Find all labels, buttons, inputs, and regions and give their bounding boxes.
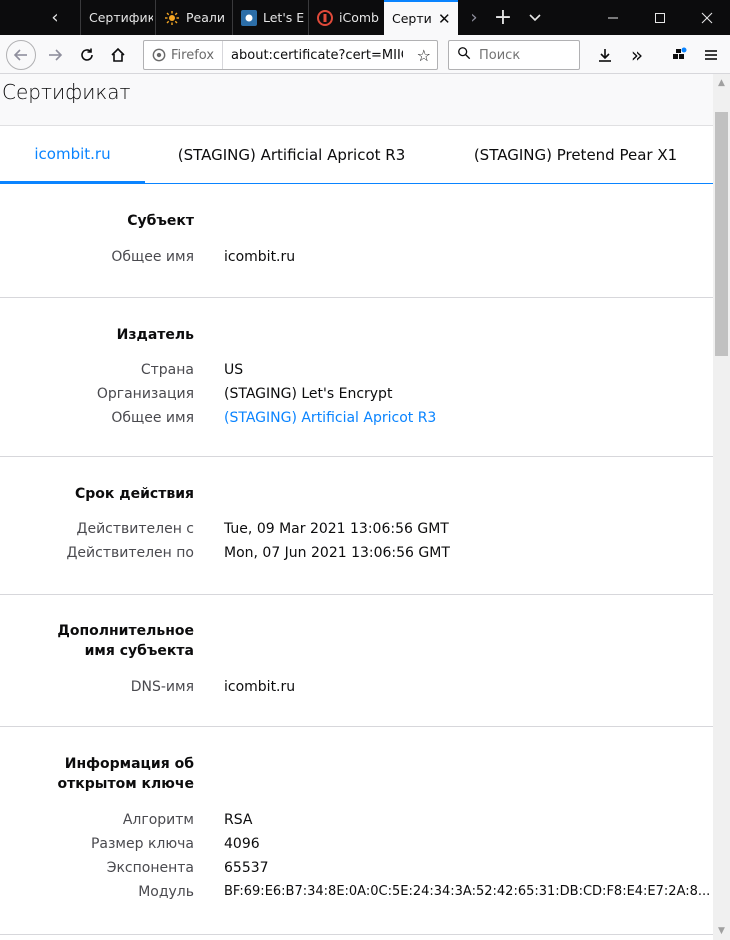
home-icon [111, 47, 125, 62]
navigation-toolbar: Firefox about:certificate?cert=MIIGSj ☆ … [0, 36, 730, 74]
section-subject-alt-name: Дополнительное имя субъекта DNS-имя icom… [0, 595, 713, 727]
cert-tab-label: (STAGING) Artificial Apricot R3 [177, 146, 406, 164]
cert-tab-icombit[interactable]: icombit.ru [0, 126, 145, 184]
field-value: US [224, 362, 244, 378]
field-value: icombit.ru [224, 679, 296, 695]
field-value: Mon, 07 Jun 2021 13:06:56 GMT [224, 545, 450, 561]
tab-strip: ‹ Сертифик Реали Let's E iComb Сертис ✕ … [0, 0, 730, 35]
cert-tab-label: icombit.ru [34, 144, 111, 163]
identity-label: Firefox [171, 47, 215, 63]
tab-label: Let's E [263, 10, 305, 25]
cert-tab-label: (STAGING) Pretend Pear X1 [473, 146, 678, 164]
forward-button[interactable] [40, 40, 70, 70]
downloads-button[interactable] [590, 40, 620, 70]
field-value: 4096 [224, 836, 260, 852]
home-button[interactable] [103, 40, 133, 70]
back-button[interactable] [6, 40, 36, 70]
chevron-down-icon [529, 13, 541, 21]
field-label: Модуль [138, 884, 194, 900]
section-title: Информация об открытом ключе [58, 754, 194, 794]
section-title-line: открытом ключе [57, 776, 194, 792]
list-all-tabs-button[interactable] [522, 0, 548, 35]
scroll-up-arrow-icon[interactable]: ▲ [713, 76, 730, 90]
field-label: DNS-имя [130, 679, 194, 695]
maximize-button[interactable] [637, 0, 683, 35]
section-title: Дополнительное имя субъекта [57, 621, 194, 661]
tab-label: iComb [339, 10, 379, 25]
section-title-line: Информация об [64, 756, 194, 772]
field-value: icombit.ru [224, 249, 296, 265]
field-label: Общее имя [111, 410, 194, 426]
icombit-icon [317, 9, 333, 26]
tab-3[interactable]: Let's E [232, 0, 306, 35]
page-content: Сертификат icombit.ru (STAGING) Artifici… [0, 74, 713, 940]
section-public-key: Информация об открытом ключе Алгоритм RS… [0, 727, 713, 935]
letsencrypt-icon [241, 9, 257, 26]
field-value: (STAGING) Let's Encrypt [224, 386, 393, 402]
arrow-left-icon [13, 49, 27, 61]
tab-4[interactable]: iComb [308, 0, 382, 35]
bookmark-star-icon[interactable]: ☆ [417, 46, 431, 65]
tab-label: Сертис [392, 11, 432, 26]
field-label: Организация [96, 386, 194, 402]
extensions-icon [673, 47, 687, 59]
identity-box[interactable]: Firefox [144, 41, 224, 69]
field-label: Страна [140, 362, 194, 378]
overflow-button[interactable]: » [622, 40, 652, 70]
certificate-tabs: icombit.ru (STAGING) Artificial Apricot … [0, 126, 713, 184]
hamburger-icon [705, 50, 717, 60]
download-icon [599, 49, 611, 62]
vertical-scrollbar[interactable]: ▲ ▼ [713, 74, 730, 940]
certificate-card: icombit.ru (STAGING) Artificial Apricot … [0, 125, 713, 940]
firefox-icon [152, 48, 166, 62]
scrollbar-thumb[interactable] [715, 112, 728, 356]
section-issuer: Издатель Страна US Организация (STAGING)… [0, 298, 713, 457]
scroll-tabs-right-button[interactable]: › [462, 0, 486, 35]
cert-tab-pretend-pear[interactable]: (STAGING) Pretend Pear X1 [438, 126, 713, 184]
scroll-down-arrow-icon[interactable]: ▼ [713, 924, 730, 938]
arrow-right-icon [49, 49, 63, 61]
reload-button[interactable] [72, 40, 102, 70]
section-title-line: имя субъекта [84, 643, 194, 659]
extensions-button[interactable] [664, 40, 694, 70]
field-label: Общее имя [111, 249, 194, 265]
cert-tab-artificial-apricot[interactable]: (STAGING) Artificial Apricot R3 [145, 126, 438, 184]
field-label: Алгоритм [122, 812, 194, 828]
scroll-tabs-left-button[interactable]: ‹ [40, 0, 70, 35]
close-tab-icon[interactable]: ✕ [438, 10, 451, 28]
section-subject: Субъект Общее имя icombit.ru [0, 184, 713, 298]
search-bar[interactable]: Поиск [448, 40, 580, 70]
section-title: Субъект [127, 213, 194, 229]
double-chevron-icon: » [630, 43, 644, 67]
section-title: Срок действия [75, 486, 194, 502]
tab-label: Сертифик [89, 10, 153, 25]
field-value: 65537 [224, 860, 269, 876]
field-value: Tue, 09 Mar 2021 13:06:56 GMT [224, 521, 449, 537]
issuer-cert-link[interactable]: (STAGING) Artificial Apricot R3 [224, 410, 436, 426]
field-label: Экспонента [106, 860, 194, 876]
page-title: Сертификат [2, 80, 131, 104]
url-bar[interactable]: Firefox about:certificate?cert=MIIGSj ☆ [143, 40, 438, 70]
new-tab-button[interactable]: + [490, 0, 516, 35]
field-label: Действителен с [76, 521, 194, 537]
field-value: RSA [224, 812, 253, 828]
section-validity: Срок действия Действителен с Tue, 09 Mar… [0, 457, 713, 595]
section-title: Издатель [116, 327, 194, 343]
field-label: Действителен по [66, 545, 194, 561]
field-value: BF:69:E6:B7:34:8E:0A:0C:5E:24:34:3A:52:4… [224, 884, 711, 899]
search-icon [457, 46, 471, 64]
tab-label: Реали [186, 10, 226, 25]
tab-1[interactable]: Сертифик [80, 0, 153, 35]
section-title-line: Дополнительное [57, 623, 194, 639]
url-text[interactable]: about:certificate?cert=MIIGSj [223, 48, 403, 63]
minimize-button[interactable] [590, 0, 636, 35]
tab-2[interactable]: Реали [155, 0, 230, 35]
field-label: Размер ключа [90, 836, 194, 852]
menu-button[interactable] [696, 40, 726, 70]
tab-5-selected[interactable]: Сертис ✕ [384, 0, 458, 35]
search-placeholder: Поиск [479, 47, 521, 63]
reload-icon [81, 48, 93, 61]
sun-icon [164, 10, 180, 26]
close-window-button[interactable] [684, 0, 730, 35]
